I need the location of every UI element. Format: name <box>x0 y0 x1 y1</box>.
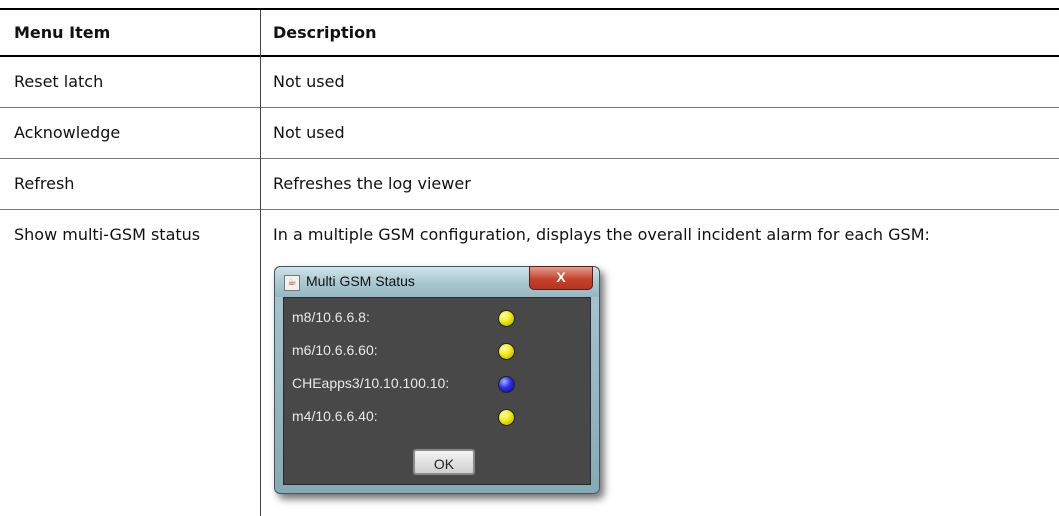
table-row-description: Not used <box>273 123 345 142</box>
dialog-body: m8/10.6.6.8: m6/10.6.6.60: CHEapps3/10.1… <box>283 297 591 485</box>
table-row-item: Acknowledge <box>14 123 121 142</box>
header-bottom-rule <box>0 55 1059 57</box>
row-divider <box>0 158 1059 159</box>
gsm-entry-label: m6/10.6.6.60: <box>292 342 378 358</box>
table-top-rule <box>0 8 1059 10</box>
ok-button[interactable]: OK <box>413 449 475 475</box>
row-divider <box>0 209 1059 210</box>
status-led-yellow-icon <box>498 310 515 327</box>
java-app-icon: ☕ <box>284 275 300 291</box>
gsm-entry-label: CHEapps3/10.10.100.10: <box>292 375 450 391</box>
table-row-description: Not used <box>273 72 345 91</box>
status-led-yellow-icon <box>498 343 515 360</box>
status-led-blue-icon <box>498 376 515 393</box>
header-menu-item: Menu Item <box>14 23 111 42</box>
row-divider <box>0 107 1059 108</box>
table-row-item: Reset latch <box>14 72 104 91</box>
table-row-description: Refreshes the log viewer <box>273 174 471 193</box>
table-row-item: Show multi-GSM status <box>14 225 201 244</box>
header-description: Description <box>273 23 377 42</box>
gsm-entry-label: m4/10.6.6.40: <box>292 408 378 424</box>
multi-gsm-status-dialog: ☕ Multi GSM Status X m8/10.6.6.8: m6/10.… <box>274 266 600 494</box>
status-led-yellow-icon <box>498 409 515 426</box>
table-row-item: Refresh <box>14 174 75 193</box>
column-divider <box>260 10 261 516</box>
close-icon[interactable]: X <box>529 266 593 290</box>
dialog-title: Multi GSM Status <box>306 273 415 289</box>
gsm-entry-label: m8/10.6.6.8: <box>292 309 370 325</box>
table-row-description: In a multiple GSM configuration, display… <box>273 225 930 244</box>
